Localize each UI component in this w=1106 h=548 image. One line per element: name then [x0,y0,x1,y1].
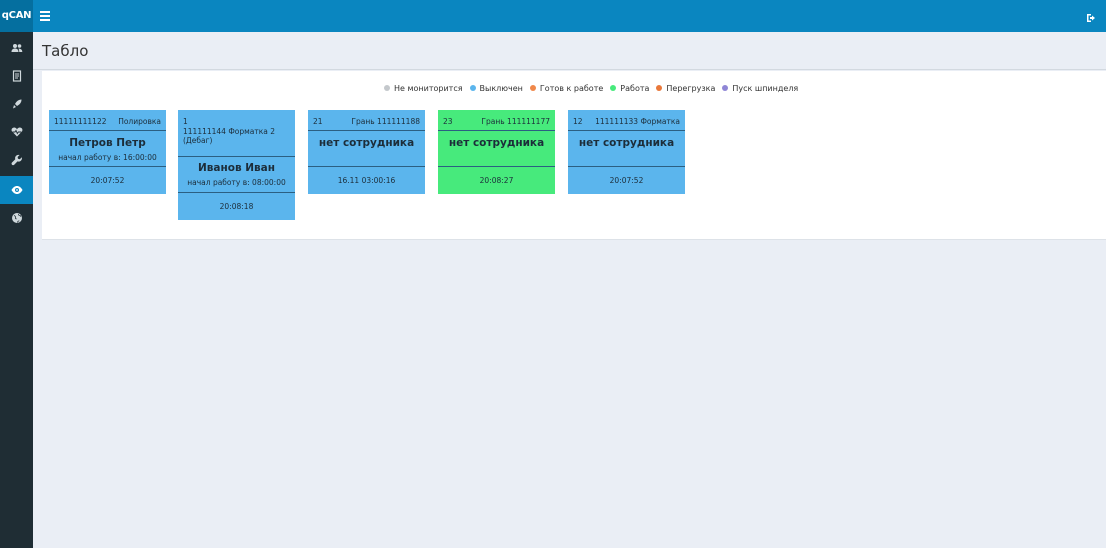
card-divider [568,130,685,131]
app-logo[interactable]: qCAN [0,0,33,32]
globe-icon [11,213,22,223]
legend-item-ready: Готов к работе [529,83,604,93]
legend-label: Не мониторится [394,83,463,93]
legend-dot [384,85,390,91]
page-title: Табло [42,42,89,60]
legend-item-overload: Перегрузка [656,84,715,93]
card-time: 20:07:52 [609,176,644,185]
legend-item-working: Работа [610,84,649,93]
card-divider [308,166,425,167]
top-navbar: qCAN [0,0,1106,32]
card-header: 1 111111144 Форматка 2 (Дебаг) [183,117,290,147]
legend-dot [656,85,663,91]
machine-card[interactable]: 1 111111144 Форматка 2 (Дебаг) Иванов Ив… [178,110,295,220]
card-divider [49,130,166,131]
machine-card[interactable]: 23 Грань 111111177 нет сотрудника 20:08:… [438,110,555,194]
sidebar-item-globe[interactable] [0,204,33,232]
card-time: 20:07:52 [90,176,125,185]
sidebar-item-documents[interactable] [0,62,33,90]
machine-note: (Дебаг) [183,136,213,145]
legend-dot [469,85,476,91]
legend-dot [610,85,617,91]
machine-type: Грань 111111188 [351,117,420,126]
legend-dot [529,85,536,91]
card-divider [178,192,295,193]
card-header: 23 Грань 111111177 [443,117,550,127]
card-time: 20:08:18 [219,202,254,211]
wrench-icon [11,154,22,166]
status-legend: Не мониторится Выключен Готов к работе Р… [384,82,805,94]
card-divider [568,166,685,167]
card-divider [308,130,425,131]
machine-card[interactable]: 11111111122 Полировка Петров Петр начал … [49,110,166,194]
heart-pulse-icon [11,127,22,137]
rocket-icon [12,99,21,109]
users-icon [11,44,22,52]
machine-type: Полировка [118,117,161,126]
employee-name: нет сотрудника [578,137,675,149]
machine-card[interactable]: 12 111111133 Форматка нет сотрудника 20:… [568,110,685,194]
sidebar-item-tablo[interactable] [0,176,33,204]
card-divider [178,156,295,157]
employee-name: Иванов Иван [197,162,276,174]
legend-label: Выключен [479,83,523,93]
employee-name: нет сотрудника [448,137,545,149]
document-icon [12,70,21,82]
legend-item-off: Выключен [469,83,523,93]
legend-label: Перегрузка [666,83,716,93]
title-divider [33,69,1106,70]
sidebar [0,32,33,548]
card-divider [438,130,555,131]
legend-dot [722,85,729,91]
card-header: 21 Грань 111111188 [313,117,420,127]
card-divider [438,166,555,167]
employee-name: нет сотрудника [318,137,415,149]
legend-label: Пуск шпинделя [732,83,799,93]
hamburger-icon[interactable] [40,9,50,23]
sidebar-item-settings[interactable] [0,146,33,174]
work-start-time: начал работу в: 16:00:00 [58,153,157,162]
machine-type: 111111133 Форматка [595,117,680,126]
card-header: 12 111111133 Форматка [573,117,680,127]
sidebar-item-users[interactable] [0,34,33,62]
legend-label: Работа [620,83,650,93]
logout-icon[interactable] [1086,9,1098,22]
eye-icon [11,186,22,194]
machine-id: 23 [443,117,453,126]
card-header: 11111111122 Полировка [54,117,161,127]
card-time: 16.11 03:00:16 [337,176,396,185]
machine-id: 12 [573,117,583,126]
machine-id: 11111111122 [54,117,107,126]
machine-id: 1 [183,117,188,126]
sidebar-item-rocket[interactable] [0,90,33,118]
machine-type: 111111144 Форматка 2 [183,126,276,136]
machine-card[interactable]: 21 Грань 111111188 нет сотрудника 16.11 … [308,110,425,194]
sidebar-item-health[interactable] [0,118,33,146]
machine-id: 21 [313,117,323,126]
legend-item-not-monitored: Не мониторится [384,84,463,93]
machine-type: Грань 111111177 [481,117,550,126]
employee-name: Петров Петр [69,137,146,149]
card-divider [49,166,166,167]
card-time: 20:08:27 [479,176,514,185]
legend-item-spindle-start: Пуск шпинделя [722,84,798,93]
legend-label: Готов к работе [539,83,604,93]
work-start-time: начал работу в: 08:00:00 [187,178,286,187]
